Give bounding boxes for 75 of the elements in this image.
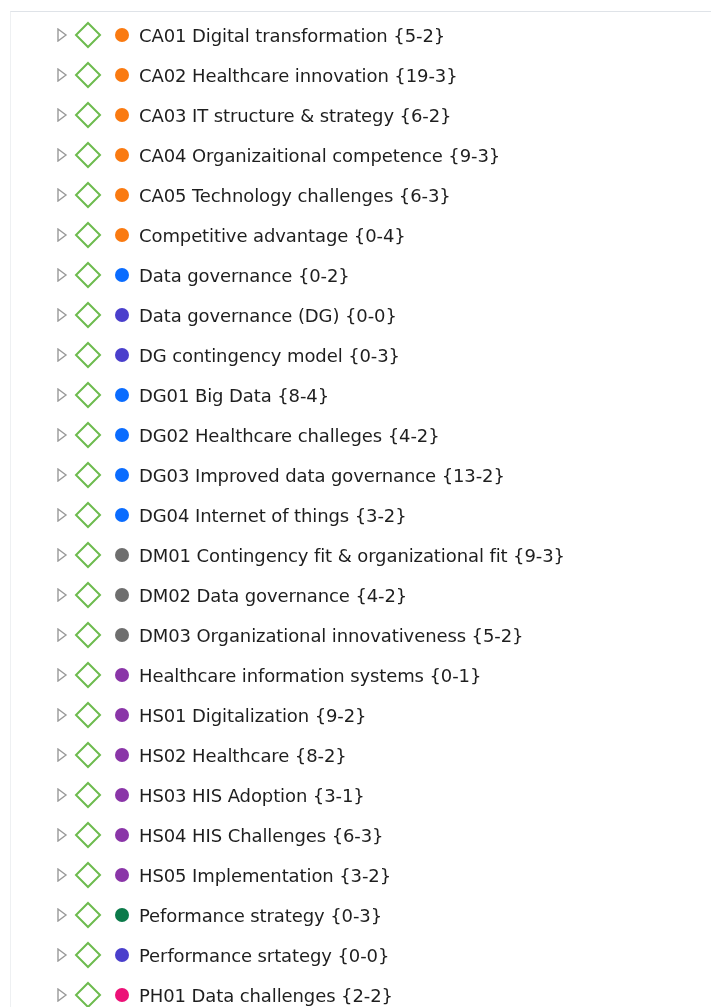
- code-label[interactable]: DG01 Big Data {8-4}: [139, 384, 330, 406]
- code-label[interactable]: Peformance strategy {0-3}: [139, 904, 382, 926]
- expand-arrow-icon[interactable]: [55, 68, 69, 82]
- expand-arrow-icon[interactable]: [55, 108, 69, 122]
- code-label[interactable]: DG04 Internet of things {3-2}: [139, 504, 407, 526]
- expand-arrow-icon[interactable]: [55, 708, 69, 722]
- code-label[interactable]: Performance srtategy {0-0}: [139, 944, 390, 966]
- code-label[interactable]: HS04 HIS Challenges {6-3}: [139, 824, 384, 846]
- expand-arrow-icon[interactable]: [55, 428, 69, 442]
- diamond-icon: [74, 381, 102, 409]
- expand-arrow-icon[interactable]: [55, 188, 69, 202]
- code-label[interactable]: Data governance (DG) {0-0}: [139, 304, 397, 326]
- code-label[interactable]: CA01 Digital transformation {5-2}: [139, 24, 446, 46]
- code-label[interactable]: HS05 Implementation {3-2}: [139, 864, 392, 886]
- diamond-icon: [74, 261, 102, 289]
- diamond-icon: [74, 861, 102, 889]
- diamond-icon: [74, 461, 102, 489]
- expand-arrow-icon[interactable]: [55, 348, 69, 362]
- code-label[interactable]: CA05 Technology challenges {6-3}: [139, 184, 451, 206]
- diamond-icon: [74, 341, 102, 369]
- diamond-icon: [74, 61, 102, 89]
- code-label[interactable]: Data governance {0-2}: [139, 264, 350, 286]
- expand-arrow-icon[interactable]: [55, 868, 69, 882]
- expand-arrow-icon[interactable]: [55, 548, 69, 562]
- code-label[interactable]: HS02 Healthcare {8-2}: [139, 744, 347, 766]
- expand-arrow-icon[interactable]: [55, 948, 69, 962]
- expand-arrow-icon[interactable]: [55, 828, 69, 842]
- expand-arrow-icon[interactable]: [55, 748, 69, 762]
- diamond-icon: [74, 181, 102, 209]
- code-label[interactable]: HS01 Digitalization {9-2}: [139, 704, 367, 726]
- diamond-icon: [74, 781, 102, 809]
- expand-arrow-icon[interactable]: [55, 228, 69, 242]
- diamond-icon: [74, 221, 102, 249]
- code-label[interactable]: HS03 HIS Adoption {3-1}: [139, 784, 365, 806]
- expand-arrow-icon[interactable]: [55, 908, 69, 922]
- diamond-icon: [74, 741, 102, 769]
- expand-arrow-icon[interactable]: [55, 268, 69, 282]
- code-label[interactable]: DG02 Healthcare challeges {4-2}: [139, 424, 440, 446]
- code-label[interactable]: CA04 Organizaitional competence {9-3}: [139, 144, 501, 166]
- expand-arrow-icon[interactable]: [55, 628, 69, 642]
- diamond-icon: [74, 501, 102, 529]
- diamond-icon: [74, 101, 102, 129]
- code-label[interactable]: DG03 Improved data governance {13-2}: [139, 464, 505, 486]
- expand-arrow-icon[interactable]: [55, 388, 69, 402]
- code-label[interactable]: DM02 Data governance {4-2}: [139, 584, 408, 606]
- diamond-icon: [74, 21, 102, 49]
- code-label[interactable]: CA03 IT structure & strategy {6-2}: [139, 104, 452, 126]
- expand-arrow-icon[interactable]: [55, 148, 69, 162]
- code-label[interactable]: Healthcare information systems {0-1}: [139, 664, 482, 686]
- diamond-icon: [74, 701, 102, 729]
- diamond-icon: [74, 421, 102, 449]
- expand-arrow-icon[interactable]: [55, 788, 69, 802]
- code-label[interactable]: DG contingency model {0-3}: [139, 344, 400, 366]
- expand-arrow-icon[interactable]: [55, 588, 69, 602]
- diamond-icon: [74, 941, 102, 969]
- expand-arrow-icon[interactable]: [55, 668, 69, 682]
- expand-arrow-icon[interactable]: [55, 308, 69, 322]
- diamond-icon: [74, 901, 102, 929]
- diamond-icon: [74, 301, 102, 329]
- expand-arrow-icon[interactable]: [55, 508, 69, 522]
- code-label[interactable]: DM03 Organizational innovativeness {5-2}: [139, 624, 524, 646]
- diamond-icon: [74, 821, 102, 849]
- expand-arrow-icon[interactable]: [55, 28, 69, 42]
- code-label[interactable]: PH01 Data challenges {2-2}: [139, 984, 393, 1006]
- code-label[interactable]: Competitive advantage {0-4}: [139, 224, 406, 246]
- diamond-icon: [74, 621, 102, 649]
- expand-arrow-icon[interactable]: [55, 468, 69, 482]
- expand-arrow-icon[interactable]: [55, 988, 69, 1002]
- code-label[interactable]: DM01 Contingency fit & organizational fit {9-3}: [139, 544, 565, 566]
- code-label[interactable]: CA02 Healthcare innovation {19-3}: [139, 64, 458, 86]
- diamond-icon: [74, 541, 102, 569]
- diamond-icon: [74, 141, 102, 169]
- diamond-icon: [74, 581, 102, 609]
- diamond-icon: [74, 661, 102, 689]
- diamond-icon: [74, 981, 102, 1007]
